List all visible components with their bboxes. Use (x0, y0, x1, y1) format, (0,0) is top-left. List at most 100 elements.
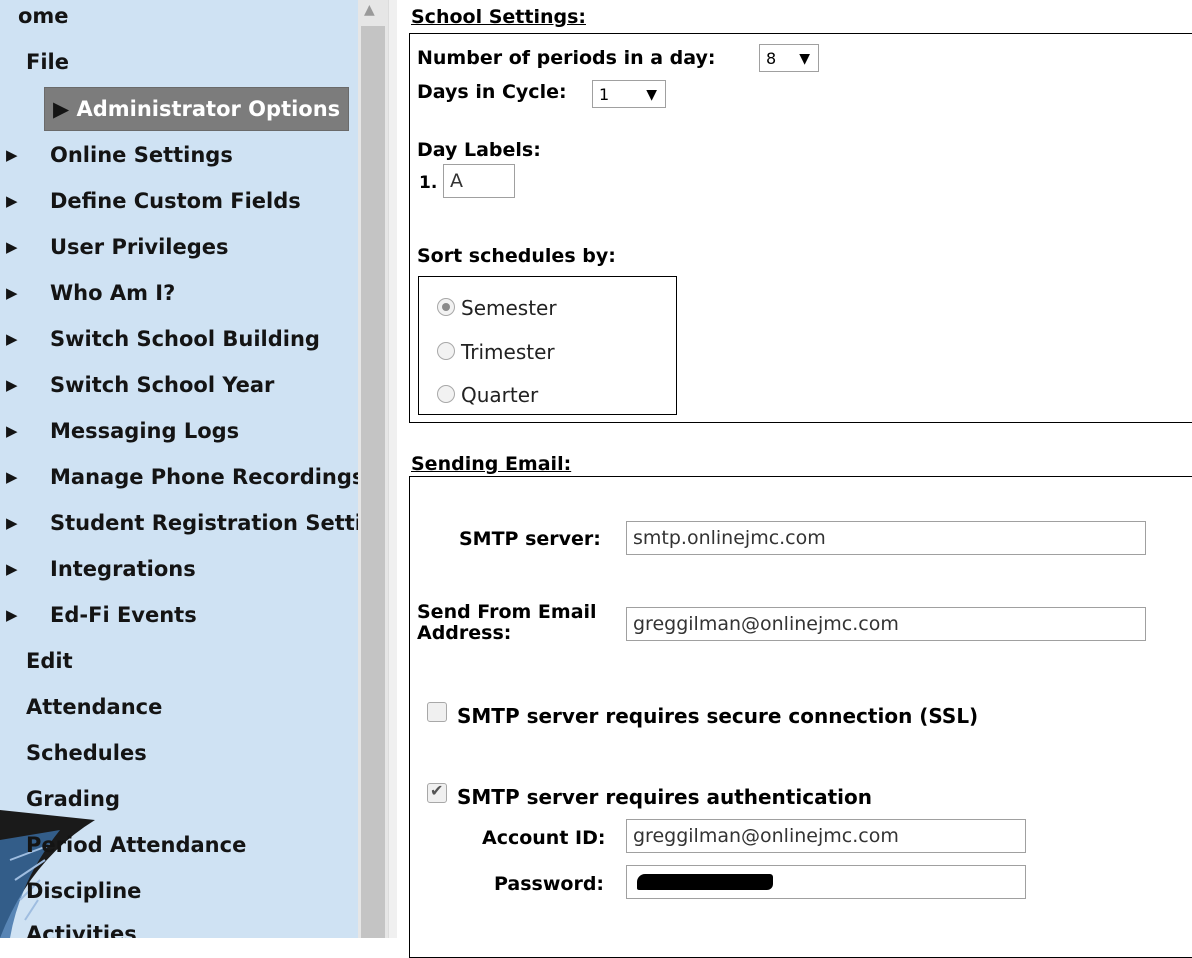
triangle-right-icon: ▶ (6, 606, 18, 624)
day-label-input[interactable]: A (443, 164, 515, 198)
periods-select-value: 8 (766, 49, 777, 68)
nav-item-label: User Privileges (50, 235, 229, 259)
caret-down-icon: ▼ (646, 87, 657, 103)
sort-option-quarter[interactable]: Quarter (437, 380, 538, 410)
nav-item-label: Edit (26, 649, 73, 673)
school-settings-title: School Settings: (411, 6, 586, 28)
nav-item-home[interactable]: ome (18, 0, 69, 36)
nav-item-label: Online Settings (50, 143, 233, 167)
triangle-right-icon: ▶ (6, 560, 18, 578)
nav-item-who-am-i[interactable]: ▶ Who Am I? (6, 273, 176, 313)
sending-email-panel: SMTP server: smtp.onlinejmc.com Send Fro… (409, 476, 1192, 958)
send-from-label-line1: Send From Email (417, 601, 597, 623)
sort-option-trimester[interactable]: Trimester (437, 337, 555, 367)
send-from-label: Send From Email Address: (417, 602, 597, 644)
triangle-right-icon: ▶ (6, 468, 18, 486)
triangle-right-icon: ▶ (6, 330, 18, 348)
nav-item-label: Discipline (26, 879, 142, 903)
nav-item-attendance[interactable]: Attendance (26, 687, 162, 727)
nav-item-administrator-options[interactable]: ▶ Administrator Options (44, 87, 350, 131)
nav-item-label: Who Am I? (50, 281, 176, 305)
day-labels-title: Day Labels: (417, 139, 541, 161)
nav-item-label: Switch School Year (50, 373, 275, 397)
ssl-checkbox[interactable] (427, 702, 447, 722)
nav-item-label: Manage Phone Recordings (50, 465, 358, 489)
nav-item-integrations[interactable]: ▶ Integrations (6, 549, 196, 589)
triangle-right-icon: ▶ (6, 284, 18, 302)
nav-item-label: Switch School Building (50, 327, 320, 351)
nav-item-student-registration-settings[interactable]: ▶ Student Registration Settin (6, 503, 358, 543)
password-input[interactable] (626, 865, 1026, 899)
triangle-right-icon: ▶ (6, 238, 18, 256)
ssl-checkbox-label[interactable]: SMTP server requires secure connection (… (457, 704, 978, 728)
nav-item-label: Student Registration Settin (50, 511, 358, 535)
nav-item-label: Attendance (26, 695, 163, 719)
sort-option-label: Quarter (461, 383, 539, 407)
account-id-input[interactable]: greggilman@onlinejmc.com (626, 819, 1026, 853)
redacted-password-mark (637, 874, 773, 890)
triangle-right-icon: ▶ (6, 514, 18, 532)
triangle-right-icon: ▶ (6, 422, 18, 440)
nav-item-label: Ed-Fi Events (50, 603, 197, 627)
nav-item-label: Schedules (26, 741, 147, 765)
nav-item-manage-phone-recordings[interactable]: ▶ Manage Phone Recordings (6, 457, 358, 497)
nav-item-discipline[interactable]: Discipline (26, 871, 141, 911)
sort-option-label: Trimester (461, 340, 555, 364)
nav-item-switch-school-building[interactable]: ▶ Switch School Building (6, 319, 320, 359)
account-id-label: Account ID: (482, 827, 606, 849)
auth-checkbox-label[interactable]: SMTP server requires authentication (457, 785, 872, 809)
sort-option-label: Semester (461, 296, 557, 320)
sort-schedules-title: Sort schedules by: (417, 245, 616, 267)
periods-label: Number of periods in a day: (417, 47, 716, 69)
nav-item-label: Period Attendance (26, 833, 247, 857)
auth-checkbox[interactable] (427, 781, 447, 803)
school-settings-panel: Number of periods in a day: 8 ▼ Days in … (409, 33, 1192, 423)
radio-button[interactable] (437, 342, 455, 360)
nav-item-user-privileges[interactable]: ▶ User Privileges (6, 227, 229, 267)
cycle-select[interactable]: 1 ▼ (592, 80, 666, 108)
periods-select[interactable]: 8 ▼ (759, 44, 819, 72)
sidebar-scrollbar[interactable]: ▲ (358, 0, 388, 938)
sort-option-semester[interactable]: Semester (437, 293, 557, 323)
day-label-index: 1. (419, 173, 438, 193)
radio-button[interactable] (437, 385, 455, 403)
nav-item-period-attendance[interactable]: Period Attendance (26, 825, 246, 865)
nav-item-file[interactable]: File (26, 42, 69, 82)
sort-options-box: Semester Trimester Quarter (418, 276, 677, 415)
nav-item-switch-school-year[interactable]: ▶ Switch School Year (6, 365, 275, 405)
nav-item-messaging-logs[interactable]: ▶ Messaging Logs (6, 411, 240, 451)
nav-item-activities[interactable]: Activities (26, 914, 137, 938)
cycle-label: Days in Cycle: (417, 81, 567, 103)
smtp-server-input[interactable]: smtp.onlinejmc.com (626, 521, 1146, 555)
nav-item-label: Integrations (50, 557, 196, 581)
nav-item-schedules[interactable]: Schedules (26, 733, 147, 773)
nav-item-label: Activities (26, 922, 137, 938)
radio-button-selected[interactable] (437, 298, 455, 316)
send-from-label-line2: Address: (417, 622, 512, 644)
triangle-right-icon: ▶ (6, 192, 18, 210)
nav-item-define-custom-fields[interactable]: ▶ Define Custom Fields (6, 181, 301, 221)
nav-item-label: Administrator Options (76, 97, 341, 121)
triangle-right-icon: ▶ (53, 97, 70, 121)
pane-divider[interactable] (388, 0, 397, 938)
nav-item-label: Messaging Logs (50, 419, 240, 443)
nav-item-label: Define Custom Fields (50, 189, 301, 213)
nav-item-label: File (26, 50, 69, 74)
cycle-select-value: 1 (599, 85, 610, 104)
nav-item-edit[interactable]: Edit (26, 641, 73, 681)
password-label: Password: (494, 873, 605, 895)
scrollbar-thumb[interactable] (361, 26, 385, 938)
nav-item-label: ome (18, 4, 69, 28)
triangle-right-icon: ▶ (6, 376, 18, 394)
caret-down-icon: ▼ (799, 51, 810, 67)
nav-item-online-settings[interactable]: ▶ Online Settings (6, 135, 233, 175)
sending-email-title: Sending Email: (411, 453, 572, 475)
send-from-email-input[interactable]: greggilman@onlinejmc.com (626, 607, 1146, 641)
scroll-up-arrow-icon[interactable]: ▲ (364, 2, 375, 18)
nav-item-label: Grading (26, 787, 120, 811)
triangle-right-icon: ▶ (6, 146, 18, 164)
smtp-server-label: SMTP server: (459, 528, 601, 550)
sidebar: ome File ▶ Administrator Options ▶ Onlin… (0, 0, 358, 938)
nav-item-ed-fi-events[interactable]: ▶ Ed-Fi Events (6, 595, 197, 635)
nav-item-grading[interactable]: Grading (26, 779, 120, 819)
